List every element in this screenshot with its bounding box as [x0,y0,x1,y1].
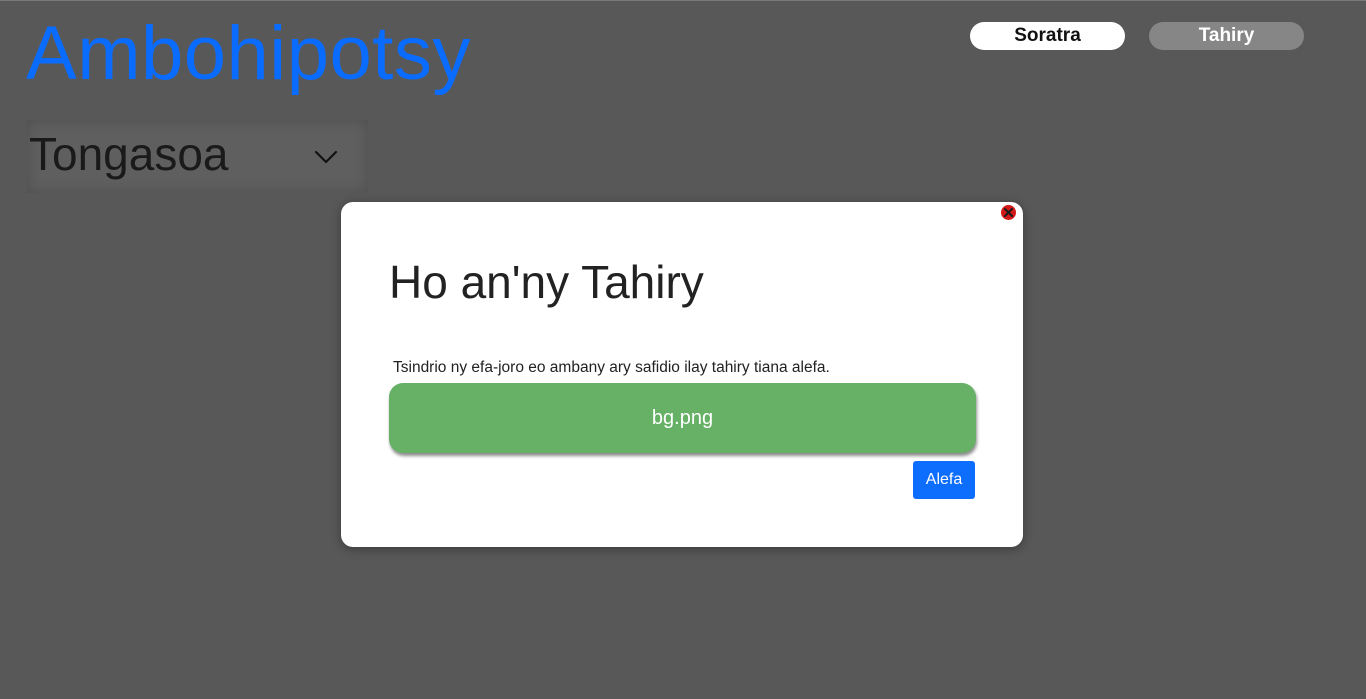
file-name-label: bg.png [651,407,714,429]
modal-title: Ho an'ny Tahiry [389,256,704,308]
page: Ambohipotsy Soratra Tahiry Tongasoa Ho a… [0,0,1366,699]
nav-tahiry-button[interactable]: Tahiry [1149,22,1304,50]
submit-button[interactable]: Alefa [913,461,975,499]
app-title: Ambohipotsy [26,11,471,96]
upload-modal: Ho an'ny Tahiry Tsindrio ny efa-joro eo … [341,202,1023,547]
nav-soratra-button[interactable]: Soratra [970,22,1125,50]
page-select-dropdown[interactable]: Tongasoa [27,120,368,193]
file-picker-button[interactable]: bg.png [389,383,976,453]
selected-value: Tongasoa [29,128,229,180]
chevron-down-icon [314,145,338,169]
modal-description: Tsindrio ny efa-joro eo ambany ary safid… [393,359,830,376]
close-icon[interactable] [1001,205,1016,220]
top-border [0,0,1366,1]
